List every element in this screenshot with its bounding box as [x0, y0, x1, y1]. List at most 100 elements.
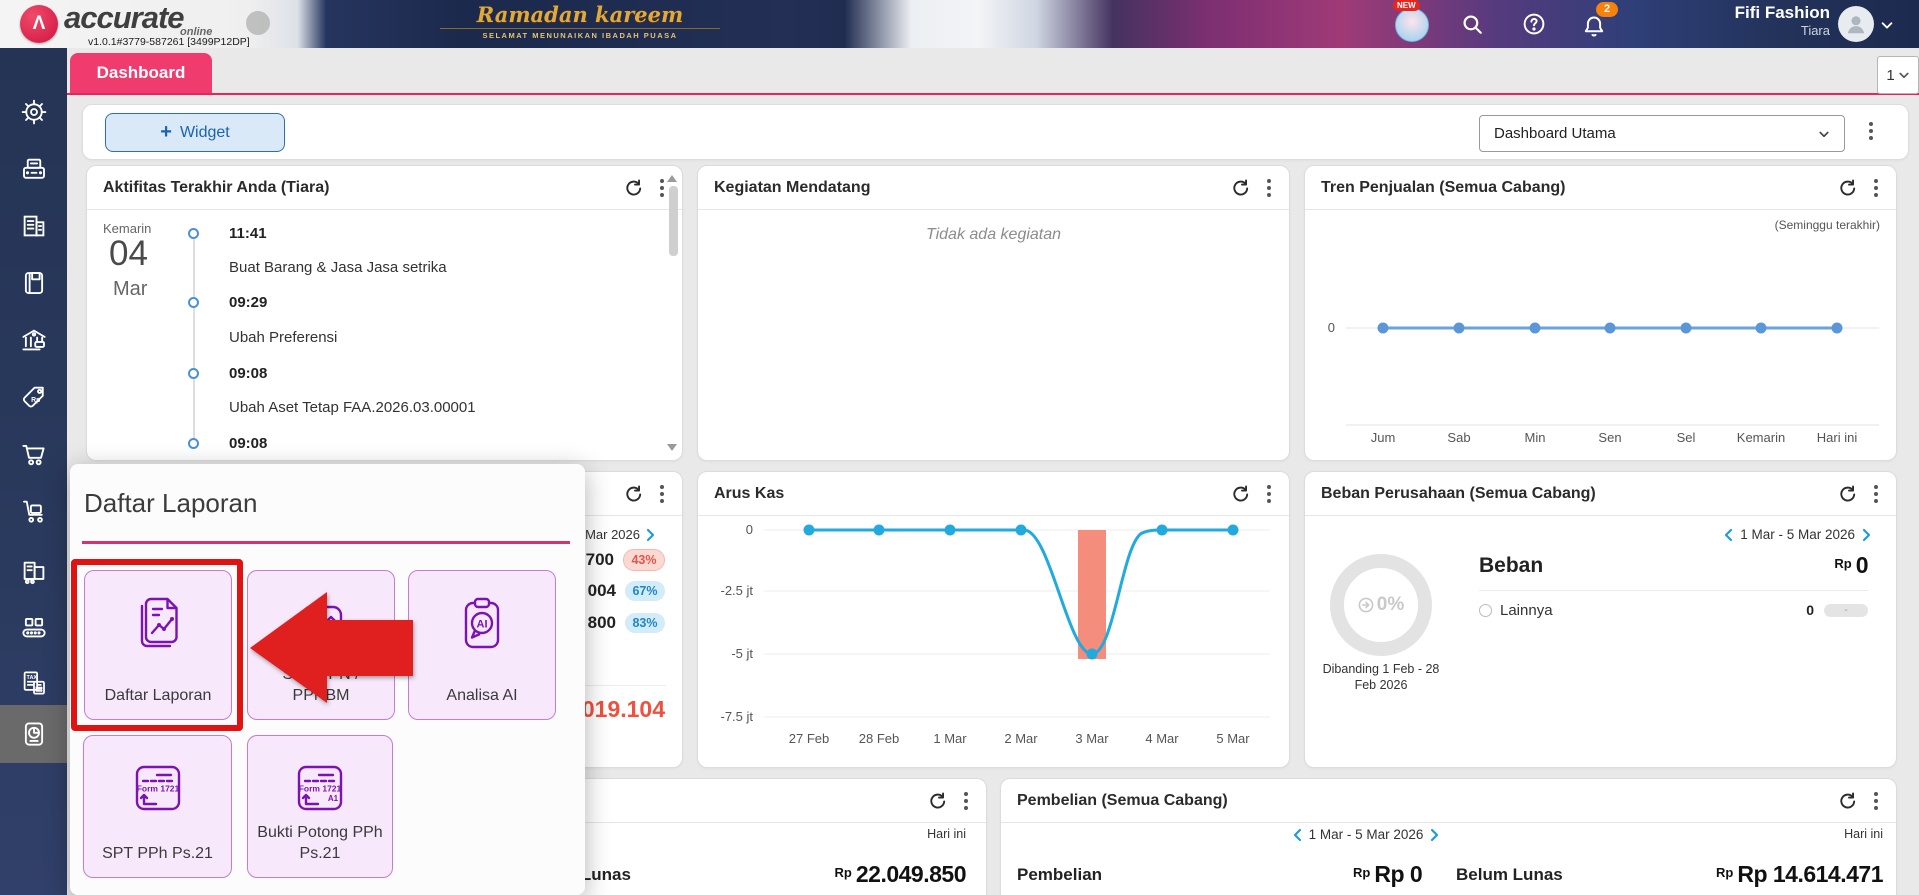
row-amount: Rp 22.049.850	[834, 861, 967, 888]
activity-desc[interactable]: Buat Barang & Jasa Jasa setrika	[229, 259, 447, 276]
chevron-right-icon[interactable]	[646, 528, 656, 542]
user-avatar[interactable]	[1838, 6, 1874, 42]
chevron-left-icon[interactable]	[1723, 528, 1733, 542]
refresh-icon[interactable]	[927, 791, 946, 810]
activity-time: 09:08	[229, 435, 268, 452]
refresh-icon[interactable]	[1837, 791, 1856, 810]
tile-bukti-potong-pph-ps21[interactable]: Form 1721 A1 Bukti Potong PPh Ps.21	[247, 735, 393, 878]
row-label: Pembelian	[1017, 865, 1103, 884]
tab-bar	[67, 48, 1919, 95]
sidebar-item-settings[interactable]	[0, 88, 67, 136]
widget-button-label: Widget	[179, 123, 230, 141]
plus-icon: +	[160, 121, 172, 143]
progress-row: 800 83%	[588, 613, 665, 633]
tile-spt-ppn-ppnbm[interactable]: SPT PPN / PPNBM	[247, 570, 395, 720]
scroll-up-icon[interactable]	[667, 175, 677, 182]
book-icon	[24, 272, 43, 294]
sidebar-item-fixed-assets[interactable]	[0, 548, 67, 596]
user-block[interactable]: Fifi Fashion Tiara	[1735, 3, 1830, 39]
sidebar-item-tax[interactable]: TAX	[0, 659, 67, 707]
legend-bar: -	[1824, 604, 1868, 617]
chevron-right-icon[interactable]	[1430, 828, 1440, 842]
refresh-icon[interactable]	[623, 178, 642, 197]
compare-note: Dibanding 1 Feb - 28 Feb 2026	[1322, 662, 1440, 692]
app-header: Λ accurate online v1.0.1#3779-587261 [34…	[0, 0, 1919, 48]
section-total: Rp 0	[1834, 552, 1868, 579]
chevron-left-icon[interactable]	[1292, 828, 1302, 842]
chevron-right-icon[interactable]	[1862, 528, 1872, 542]
tab-dashboard[interactable]: Dashboard	[70, 53, 212, 93]
tile-spt-pph-ps21[interactable]: Form 1721 SPT PPh Ps.21	[83, 735, 232, 878]
sidebar-item-journal[interactable]	[0, 259, 67, 307]
logo-text: accurate	[64, 0, 185, 35]
accurate-logo-icon[interactable]: Λ	[20, 5, 58, 43]
activity-desc[interactable]: Ubah Aset Tetap FAA.2026.03.00001	[229, 399, 476, 416]
timeline-dot	[188, 438, 199, 449]
widget-header: Beban Perusahaan (Semua Cabang)	[1305, 472, 1896, 516]
sidebar-item-reports[interactable]	[0, 705, 67, 763]
refresh-icon[interactable]	[1837, 484, 1856, 503]
dashboard-select[interactable]: Dashboard Utama	[1479, 115, 1845, 152]
currency-label: Rp	[834, 865, 852, 880]
amount: Rp 0	[1374, 861, 1423, 887]
widget-title: Aktifitas Terakhir Anda (Tiara)	[103, 178, 330, 196]
timeline-dot	[188, 228, 199, 239]
widget-header: Aktifitas Terakhir Anda (Tiara)	[87, 166, 682, 210]
notification-bell-icon[interactable]	[1582, 14, 1606, 38]
toolbar-card: + Widget Dashboard Utama	[82, 104, 1909, 160]
row-value: 800	[587, 613, 616, 632]
tile-daftar-laporan[interactable]: Daftar Laporan	[84, 570, 232, 720]
document-pen-icon	[301, 605, 343, 647]
sidebar-item-company[interactable]	[0, 202, 67, 250]
legend-row: Lainnya	[1479, 602, 1553, 619]
chevron-down-icon	[1819, 131, 1829, 137]
scroll-down-icon[interactable]	[667, 444, 677, 451]
sidebar-item-sales[interactable]: Rp	[0, 373, 67, 421]
conveyor-icon	[21, 617, 46, 638]
sidebar-item-banking[interactable]	[0, 316, 67, 364]
add-widget-button[interactable]: + Widget	[105, 113, 285, 152]
sidebar-item-manufacturing[interactable]	[0, 603, 67, 651]
kebab-menu-icon[interactable]	[658, 177, 666, 199]
svg-text:Sen: Sen	[1598, 430, 1621, 445]
help-icon[interactable]	[1522, 12, 1546, 36]
refresh-icon[interactable]	[1230, 178, 1249, 197]
currency-label: Rp	[1715, 865, 1734, 880]
date-range-label: 1 Mar - 5 Mar 2026	[1308, 827, 1424, 842]
tile-label: Daftar Laporan	[104, 687, 212, 705]
kebab-menu-icon[interactable]	[962, 790, 970, 812]
widget-aktifitas-terakhir: Aktifitas Terakhir Anda (Tiara) Kemarin …	[86, 165, 683, 461]
search-icon[interactable]	[1460, 12, 1484, 36]
svg-text:Form 1721: Form 1721	[136, 784, 179, 794]
sidebar-item-cash-register[interactable]	[0, 145, 67, 193]
scrollbar-thumb[interactable]	[669, 186, 678, 256]
timeline-dot	[188, 368, 199, 379]
svg-text:27 Feb: 27 Feb	[789, 731, 829, 746]
tile-analisa-ai[interactable]: AI Analisa AI	[408, 570, 556, 720]
user-menu-chevron-icon[interactable]	[1880, 18, 1894, 32]
date-range-nav: 1 Mar - 5 Mar 2026	[1256, 827, 1476, 842]
svg-text:AI: AI	[477, 619, 488, 631]
kebab-menu-icon[interactable]	[1872, 790, 1880, 812]
toolbar-kebab-menu[interactable]	[1867, 120, 1875, 142]
form-1721-icon: Form 1721	[135, 765, 180, 811]
svg-text:-2.5 jt: -2.5 jt	[720, 583, 753, 598]
page-selector[interactable]: 1	[1877, 56, 1919, 94]
widget-kegiatan-mendatang: Kegiatan Mendatang Tidak ada kegiatan	[697, 165, 1290, 461]
widget-title: Beban Perusahaan (Semua Cabang)	[1321, 484, 1596, 502]
sidebar-item-inventory[interactable]	[0, 487, 67, 535]
row-amount: Rp Rp 0	[1353, 861, 1423, 888]
promo-avatar-icon[interactable]	[1395, 8, 1429, 42]
bank-icon	[21, 329, 46, 351]
sidebar-item-purchases[interactable]	[0, 430, 67, 478]
kebab-menu-icon[interactable]	[658, 483, 666, 505]
activity-desc[interactable]: Ubah Preferensi	[229, 329, 337, 346]
kebab-menu-icon[interactable]	[1872, 483, 1880, 505]
svg-text:28 Feb: 28 Feb	[859, 731, 899, 746]
date-range-nav[interactable]: 5 Mar 2026	[574, 527, 656, 542]
timeline-dot	[188, 297, 199, 308]
kebab-menu-icon[interactable]	[1265, 177, 1273, 199]
refresh-icon[interactable]	[623, 484, 642, 503]
cash-register-icon	[22, 158, 45, 179]
date-range-nav: 1 Mar - 5 Mar 2026	[1723, 527, 1872, 542]
